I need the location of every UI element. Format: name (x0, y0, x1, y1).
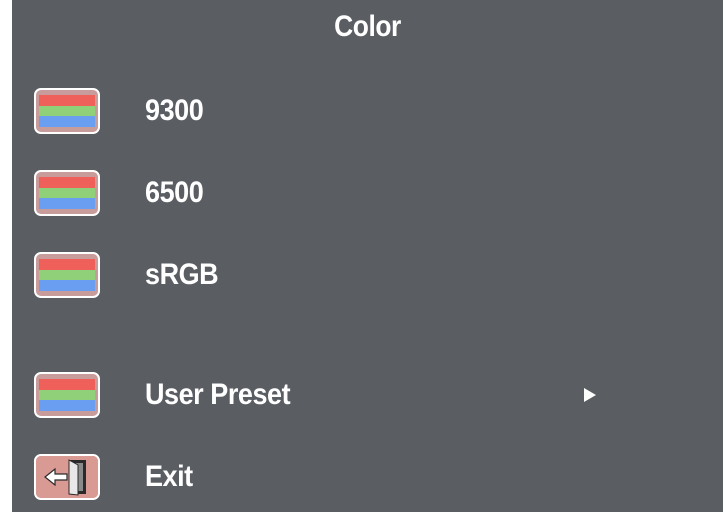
menu-item-9300[interactable]: 9300 (12, 84, 723, 140)
color-swatch-icon (34, 170, 100, 216)
menu-item-user-preset[interactable]: User Preset (12, 368, 723, 424)
color-swatch-icon (34, 252, 100, 298)
osd-color-menu: Color 9300 6500 sRGB User Preset Exit (12, 0, 723, 512)
menu-item-label: 9300 (145, 94, 204, 127)
menu-item-label: User Preset (145, 378, 291, 411)
menu-item-label: 6500 (145, 176, 204, 209)
exit-door-icon (34, 454, 100, 500)
color-swatch-icon (34, 372, 100, 418)
menu-item-label: sRGB (145, 258, 219, 291)
menu-item-exit[interactable]: Exit (12, 450, 723, 506)
menu-title: Color (334, 10, 401, 43)
arrow-right-icon (584, 388, 596, 402)
menu-item-srgb[interactable]: sRGB (12, 248, 723, 304)
color-swatch-icon (34, 88, 100, 134)
menu-item-6500[interactable]: 6500 (12, 166, 723, 222)
menu-item-label: Exit (145, 460, 193, 493)
